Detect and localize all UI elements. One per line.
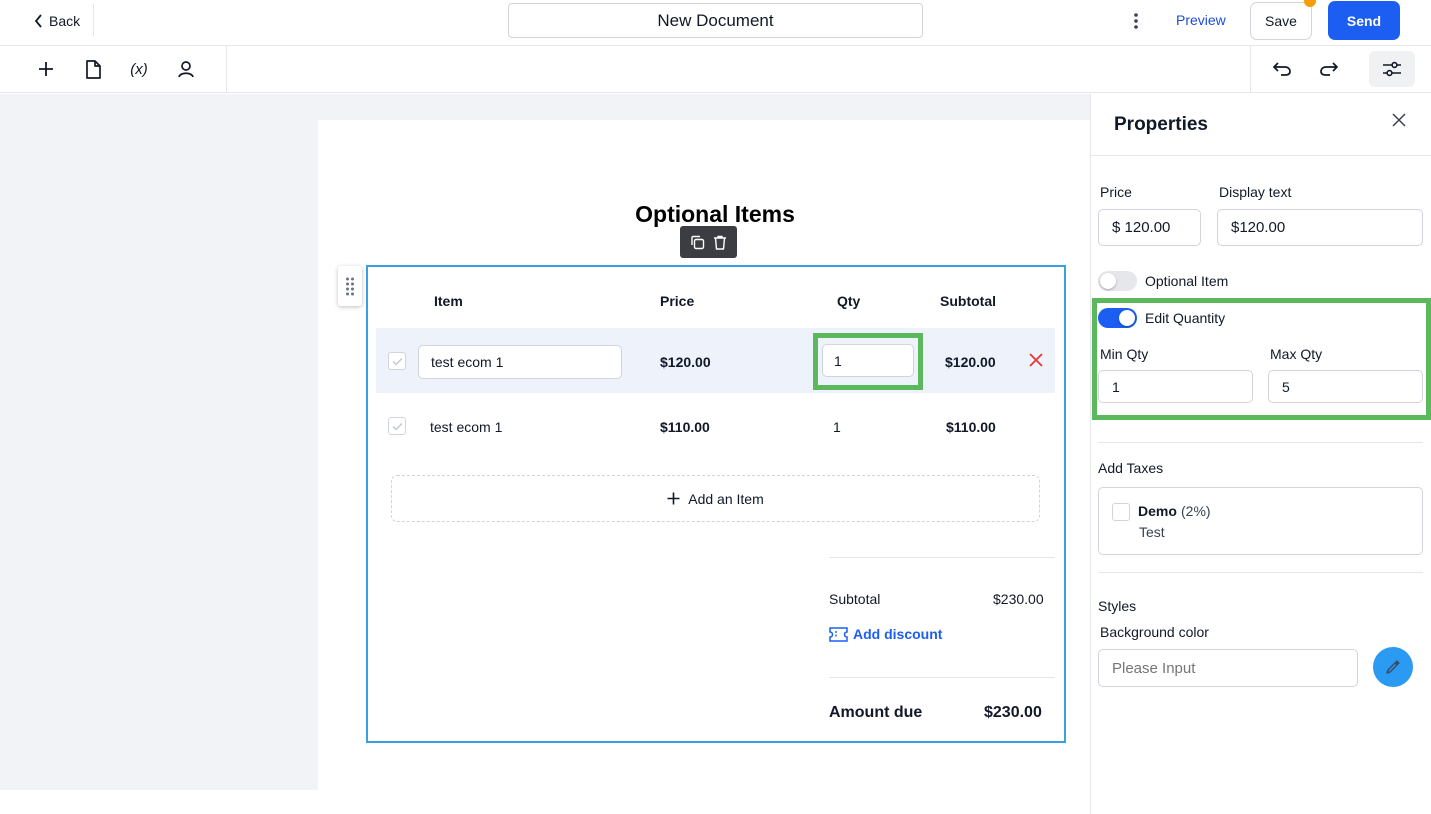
divider [829,677,1055,678]
divider [226,46,227,93]
toolbar [0,46,1431,93]
redo-icon[interactable] [1316,56,1342,82]
preview-button[interactable]: Preview [1176,12,1226,28]
min-qty-input[interactable]: 1 [1098,370,1253,403]
add-item-button[interactable]: Add an Item [391,475,1040,522]
subtotal-value: $230.00 [993,591,1044,607]
plus-icon [667,492,680,505]
panel-title: Properties [1114,114,1208,135]
divider [1098,572,1423,573]
tax-option [1098,487,1423,555]
chevron-left-icon [34,14,43,28]
variable-icon[interactable]: (x) [126,56,152,82]
document-icon[interactable] [80,56,106,82]
display-text-label: Display text [1219,184,1292,200]
undo-icon[interactable] [1269,56,1295,82]
canvas-footer [0,790,1090,814]
item-price: $110.00 [660,419,710,435]
person-icon[interactable] [173,56,199,82]
ticket-icon [829,626,848,642]
add-item-label: Add an Item [688,490,764,507]
subtotal-label: Subtotal [829,591,881,607]
edit-quantity-toggle[interactable] [1098,308,1137,328]
column-header-subtotal: Subtotal [940,293,996,309]
toggle-knob [1119,310,1135,326]
column-header-qty: Qty [837,293,861,309]
block-title[interactable]: Optional Items [318,201,1112,228]
add-icon[interactable] [33,56,59,82]
add-discount-button[interactable]: Add discount [829,626,942,642]
min-qty-label: Min Qty [1100,346,1149,362]
background-color-input[interactable] [1098,649,1358,687]
styles-label: Styles [1098,598,1137,614]
eyedropper-icon [1385,659,1401,675]
column-header-price: Price [660,293,695,309]
toggle-knob [1100,273,1116,289]
save-button[interactable]: Save [1250,2,1312,40]
divider [829,557,1055,558]
back-button[interactable]: Back [34,10,80,32]
add-discount-label: Add discount [853,626,943,642]
duplicate-icon[interactable] [690,235,705,250]
properties-panel [1090,94,1431,814]
divider [1098,442,1423,443]
tax-name: Demo [1138,503,1177,519]
row-checkbox[interactable] [388,417,406,435]
divider [93,4,94,36]
block-actions [680,226,737,258]
add-taxes-label: Add Taxes [1098,460,1164,476]
amount-due-value: $230.00 [984,704,1042,721]
delete-row-icon[interactable] [1029,353,1047,371]
amount-due-label: Amount due [829,704,923,721]
tax-checkbox[interactable] [1112,503,1130,521]
drag-handle-icon[interactable] [338,266,362,306]
tax-rate: (2%) [1181,503,1211,519]
trash-icon[interactable] [713,235,727,250]
background-color-label: Background color [1100,624,1209,640]
item-subtotal: $120.00 [945,354,996,370]
item-subtotal: $110.00 [946,419,996,435]
more-options-icon[interactable] [1126,10,1146,32]
document-title-input[interactable]: New Document [508,3,923,38]
display-text-input[interactable]: $120.00 [1217,209,1423,246]
optional-item-toggle[interactable] [1098,271,1137,291]
edit-quantity-label: Edit Quantity [1145,310,1226,326]
max-qty-input[interactable]: 5 [1268,370,1423,403]
quantity-input[interactable]: 1 [822,344,914,377]
max-qty-label: Max Qty [1270,346,1323,362]
item-price: $120.00 [660,354,711,370]
tax-description: Test [1139,524,1165,540]
divider [1091,155,1431,156]
item-name: test ecom 1 [430,419,503,435]
item-qty: 1 [833,419,841,435]
optional-item-label: Optional Item [1145,273,1229,289]
back-label: Back [49,13,81,29]
price-input[interactable]: $ 120.00 [1098,209,1201,246]
color-picker-button[interactable] [1373,647,1413,687]
divider [1250,46,1251,93]
row-checkbox[interactable] [388,352,406,370]
settings-sliders-icon[interactable] [1369,51,1415,87]
column-header-item: Item [434,293,463,309]
close-icon[interactable] [1389,110,1409,130]
item-name-input[interactable]: test ecom 1 [418,345,622,379]
send-button[interactable]: Send [1328,1,1400,40]
price-label: Price [1100,184,1132,200]
